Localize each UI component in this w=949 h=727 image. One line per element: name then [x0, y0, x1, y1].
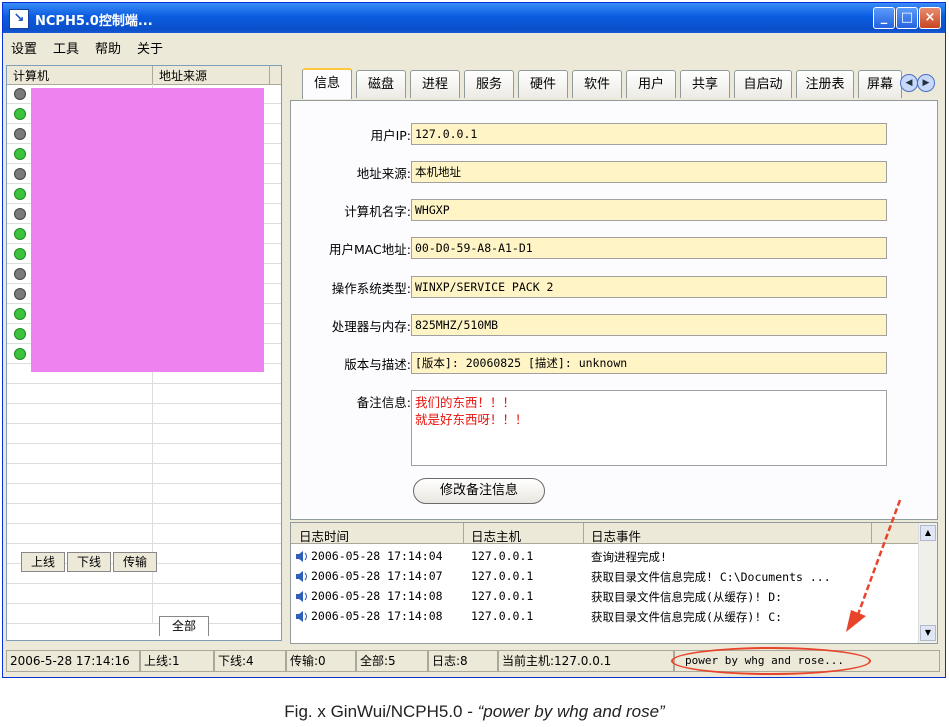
caption-quote: “power by whg and rose”	[477, 702, 665, 721]
annotation-arrow	[846, 499, 902, 632]
figure-caption: Fig. x GinWui/NCPH5.0 - “power by whg an…	[0, 702, 949, 722]
caption-prefix: Fig. x GinWui/NCPH5.0 -	[284, 702, 478, 721]
